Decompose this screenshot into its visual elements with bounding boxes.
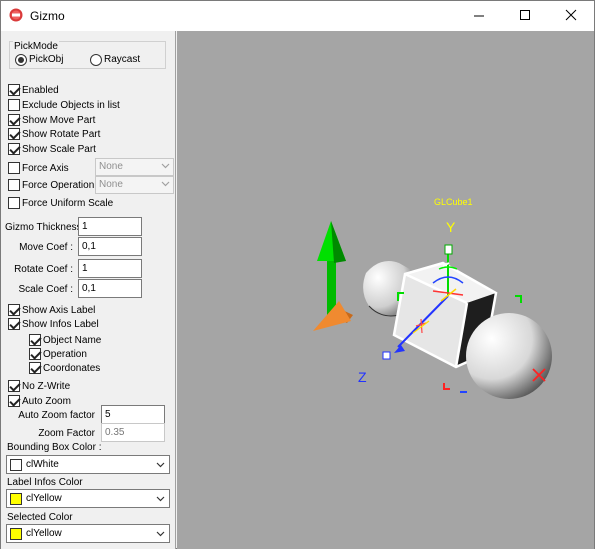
force-axis-value: None [99,161,123,172]
move-coef-label: Move Coef : [19,242,73,253]
gizmo-thickness-input[interactable] [78,217,142,236]
selected-color-select[interactable]: clYellow [6,524,170,543]
enabled-label: Enabled [22,85,59,96]
window-title: Gizmo [30,9,65,23]
scale-coef-label: Scale Coef : [18,284,73,295]
force-uniform-label: Force Uniform Scale [22,198,114,209]
label-infos-color-swatch [10,493,22,505]
axis-y-label: Y [446,219,456,235]
gizmo-move-y-arrow[interactable] [317,221,346,317]
show-scale-checkbox[interactable] [8,143,20,155]
rotate-coef-label: Rotate Coef : [14,264,73,275]
move-coef-input[interactable] [78,237,142,256]
force-axis-label: Force Axis [22,163,69,174]
force-operation-label: Force Operation [22,180,95,191]
force-operation-select[interactable]: None [95,176,174,194]
zoom-factor-label: Zoom Factor [38,428,95,439]
show-infos-label-label: Show Infos Label [22,319,99,330]
force-axis-select[interactable]: None [95,158,174,176]
auto-zoom-checkbox[interactable] [8,395,20,407]
close-button[interactable] [548,1,594,31]
bbox-color-value: clWhite [26,459,59,470]
chevron-down-icon [161,181,170,187]
minimize-icon [474,15,484,17]
gizmo-thickness-label: Gizmo Thickness [5,222,82,233]
app-icon [9,8,23,22]
scene-viewport[interactable]: GLCube1 Y Z [177,31,594,549]
force-uniform-checkbox[interactable] [8,197,20,209]
radio-pickobj-label: PickObj [29,54,64,65]
scene-canvas[interactable]: GLCube1 Y Z [177,31,594,549]
maximize-icon [520,10,530,20]
force-operation-checkbox[interactable] [8,179,20,191]
coordonates-label: Coordonates [43,363,101,374]
show-rotate-checkbox[interactable] [8,128,20,140]
label-infos-color-label: Label Infos Color [7,477,83,488]
show-infos-label-checkbox[interactable] [8,318,20,330]
chevron-down-icon [156,462,165,468]
bbox-color-label: Bounding Box Color : [7,442,102,453]
scale-coef-input[interactable] [78,279,142,298]
auto-zoom-factor-input[interactable] [101,405,165,424]
radio-pickobj[interactable] [15,54,27,66]
title-bar: Gizmo [1,1,594,31]
object-name-checkbox[interactable] [29,334,41,346]
force-axis-checkbox[interactable] [8,162,20,174]
auto-zoom-factor-label: Auto Zoom factor [18,410,95,421]
show-axis-label-label: Show Axis Label [22,305,96,316]
show-scale-label: Show Scale Part [22,144,96,155]
selected-color-value: clYellow [26,528,62,539]
maximize-button[interactable] [502,1,548,31]
bbox-color-select[interactable]: clWhite [6,455,170,474]
label-infos-color-select[interactable]: clYellow [6,489,170,508]
show-move-label: Show Move Part [22,115,96,126]
zoom-factor-input[interactable] [101,423,165,442]
auto-zoom-label: Auto Zoom [22,396,71,407]
label-infos-color-value: clYellow [26,493,62,504]
no-zwrite-checkbox[interactable] [8,380,20,392]
selected-color-label: Selected Color [7,512,73,523]
enabled-checkbox[interactable] [8,84,20,96]
operation-label: Operation [43,349,87,360]
force-operation-value: None [99,179,123,190]
bbox-color-swatch [10,459,22,471]
axis-z-label: Z [358,369,367,385]
object-name-label: Object Name [43,335,102,346]
sphere-object[interactable] [466,313,552,399]
no-zwrite-label: No Z-Write [22,381,71,392]
show-move-checkbox[interactable] [8,114,20,126]
show-rotate-label: Show Rotate Part [22,129,101,140]
pickmode-label: PickMode [13,41,59,52]
exclude-objects-checkbox[interactable] [8,99,20,111]
chevron-down-icon [156,496,165,502]
radio-raycast-label: Raycast [104,54,141,65]
gizmo-window: Gizmo PickMode PickObj Raycast Enabled E… [0,0,595,549]
coordonates-checkbox[interactable] [29,362,41,374]
close-icon [565,9,577,21]
show-axis-label-checkbox[interactable] [8,304,20,316]
radio-raycast[interactable] [90,54,102,66]
minimize-button[interactable] [456,1,502,31]
chevron-down-icon [156,531,165,537]
exclude-objects-label: Exclude Objects in list [22,100,120,111]
operation-checkbox[interactable] [29,348,41,360]
selected-color-swatch [10,528,22,540]
rotate-coef-input[interactable] [78,259,142,278]
chevron-down-icon [161,163,170,169]
object-name-overlay: GLCube1 [434,197,473,207]
